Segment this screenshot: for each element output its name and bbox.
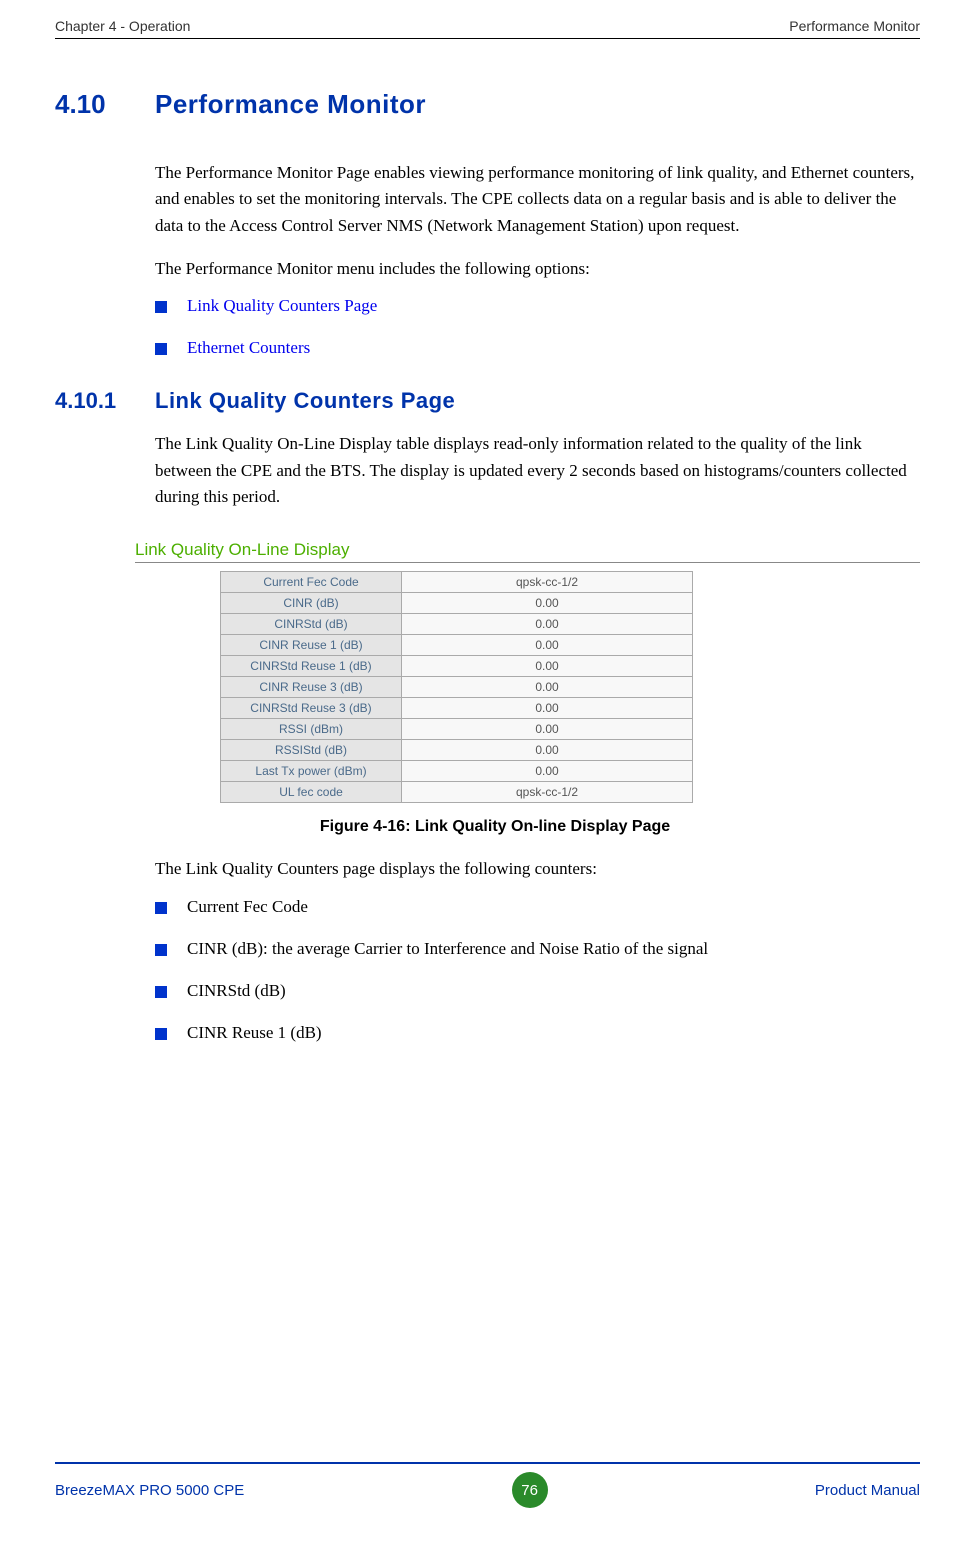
intro-paragraph-2: The Performance Monitor menu includes th… (155, 256, 920, 282)
row-label: CINRStd Reuse 1 (dB) (221, 656, 402, 677)
table-row: CINR (dB)0.00 (221, 593, 693, 614)
table-row: CINRStd (dB)0.00 (221, 614, 693, 635)
row-label: CINR Reuse 3 (dB) (221, 677, 402, 698)
row-value: 0.00 (402, 698, 693, 719)
row-value: 0.00 (402, 740, 693, 761)
square-bullet-icon (155, 986, 167, 998)
list-item: CINR (dB): the average Carrier to Interf… (155, 939, 920, 959)
square-bullet-icon (155, 1028, 167, 1040)
subsection-title: Link Quality Counters Page (155, 388, 455, 414)
intro-paragraph-1: The Performance Monitor Page enables vie… (155, 160, 920, 239)
row-value: 0.00 (402, 614, 693, 635)
table-row: RSSI (dBm)0.00 (221, 719, 693, 740)
section-heading: 4.10 Performance Monitor (55, 89, 920, 120)
subsection-heading: 4.10.1 Link Quality Counters Page (55, 388, 920, 414)
table-row: RSSIStd (dB)0.00 (221, 740, 693, 761)
table-row: UL fec codeqpsk-cc-1/2 (221, 782, 693, 803)
row-label: UL fec code (221, 782, 402, 803)
row-label: CINRStd (dB) (221, 614, 402, 635)
row-label: CINR (dB) (221, 593, 402, 614)
square-bullet-icon (155, 902, 167, 914)
row-value: 0.00 (402, 656, 693, 677)
list-item: Current Fec Code (155, 897, 920, 917)
table-row: CINRStd Reuse 1 (dB)0.00 (221, 656, 693, 677)
table-row: CINR Reuse 3 (dB)0.00 (221, 677, 693, 698)
list-item: CINRStd (dB) (155, 981, 920, 1001)
footer-product: BreezeMAX PRO 5000 CPE (55, 1482, 244, 1499)
row-value: 0.00 (402, 593, 693, 614)
link-quality-table: Current Fec Codeqpsk-cc-1/2 CINR (dB)0.0… (220, 571, 693, 803)
counters-intro: The Link Quality Counters page displays … (155, 856, 920, 882)
figure-caption: Figure 4-16: Link Quality On-line Displa… (215, 818, 775, 836)
row-label: CINR Reuse 1 (dB) (221, 635, 402, 656)
row-value: 0.00 (402, 677, 693, 698)
footer-manual: Product Manual (815, 1482, 920, 1499)
counters-list: Current Fec Code CINR (dB): the average … (155, 897, 920, 1043)
page-number-badge: 76 (512, 1472, 548, 1508)
header-chapter: Chapter 4 - Operation (55, 18, 190, 34)
table-row: Last Tx power (dBm)0.00 (221, 761, 693, 782)
subsection-paragraph: The Link Quality On-Line Display table d… (155, 431, 920, 510)
table-row: CINR Reuse 1 (dB)0.00 (221, 635, 693, 656)
section-title: Performance Monitor (155, 89, 426, 120)
row-label: RSSI (dBm) (221, 719, 402, 740)
page-footer: BreezeMAX PRO 5000 CPE 76 Product Manual (55, 1462, 920, 1508)
row-value: 0.00 (402, 719, 693, 740)
counter-text: Current Fec Code (187, 897, 308, 917)
row-label: Current Fec Code (221, 572, 402, 593)
header-section: Performance Monitor (789, 18, 920, 34)
row-label: RSSIStd (dB) (221, 740, 402, 761)
figure-container: Link Quality On-Line Display Current Fec… (135, 540, 920, 836)
table-row: Current Fec Codeqpsk-cc-1/2 (221, 572, 693, 593)
page-header: Chapter 4 - Operation Performance Monito… (55, 18, 920, 39)
menu-options-list: Link Quality Counters Page Ethernet Coun… (155, 296, 920, 358)
table-row: CINRStd Reuse 3 (dB)0.00 (221, 698, 693, 719)
row-value: 0.00 (402, 761, 693, 782)
row-value: 0.00 (402, 635, 693, 656)
link-quality-counters-link[interactable]: Link Quality Counters Page (187, 296, 377, 316)
list-item: Link Quality Counters Page (155, 296, 920, 316)
square-bullet-icon (155, 343, 167, 355)
row-value: qpsk-cc-1/2 (402, 782, 693, 803)
list-item: Ethernet Counters (155, 338, 920, 358)
square-bullet-icon (155, 301, 167, 313)
counter-text: CINRStd (dB) (187, 981, 286, 1001)
row-label: Last Tx power (dBm) (221, 761, 402, 782)
divider (135, 562, 920, 563)
counter-text: CINR (dB): the average Carrier to Interf… (187, 939, 708, 959)
ethernet-counters-link[interactable]: Ethernet Counters (187, 338, 310, 358)
subsection-number: 4.10.1 (55, 388, 155, 414)
row-label: CINRStd Reuse 3 (dB) (221, 698, 402, 719)
list-item: CINR Reuse 1 (dB) (155, 1023, 920, 1043)
counter-text: CINR Reuse 1 (dB) (187, 1023, 322, 1043)
row-value: qpsk-cc-1/2 (402, 572, 693, 593)
square-bullet-icon (155, 944, 167, 956)
section-number: 4.10 (55, 89, 155, 120)
figure-heading: Link Quality On-Line Display (135, 540, 920, 560)
